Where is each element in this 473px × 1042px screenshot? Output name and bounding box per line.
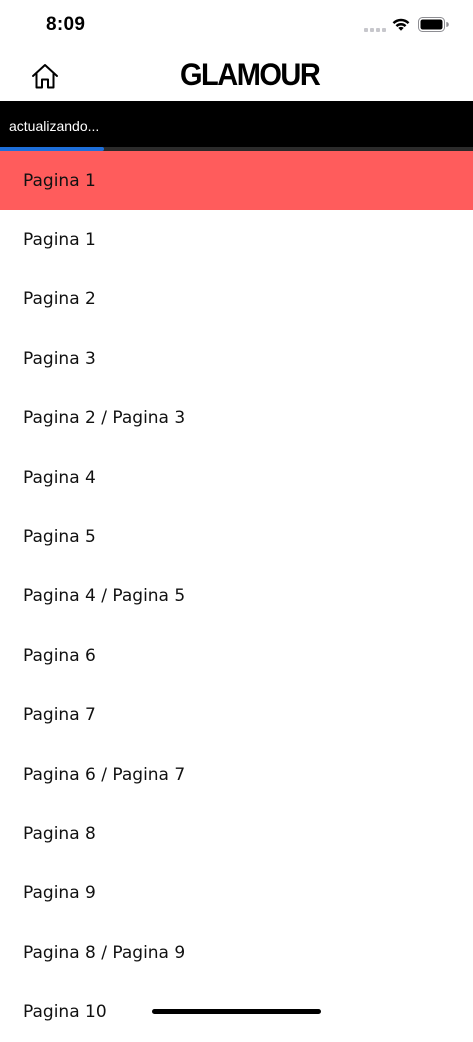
list-item[interactable]: Pagina 2 [0,270,473,329]
list-item[interactable]: Pagina 9 [0,864,473,923]
list-item[interactable]: Pagina 4 / Pagina 5 [0,567,473,626]
list-item-label: Pagina 4 / Pagina 5 [23,586,186,607]
list-item-label: Pagina 3 [23,348,96,369]
list-item[interactable]: Pagina 6 / Pagina 7 [0,745,473,804]
update-status-bar: actualizando... [0,101,473,151]
list-item[interactable]: Pagina 8 / Pagina 9 [0,923,473,982]
list-item-label: Pagina 1 [23,170,96,191]
list-item[interactable]: Pagina 1 [0,210,473,269]
page-list: Pagina 1 Pagina 1 Pagina 2 Pagina 3 Pagina 2… [0,151,473,1042]
home-indicator[interactable] [152,1009,321,1014]
list-item[interactable]: Pagina 7 [0,686,473,745]
list-item-label: Pagina 10 [23,1002,107,1023]
status-time: 8:09 [46,14,86,35]
list-item-label: Pagina 4 [23,467,96,488]
list-item-label: Pagina 8 / Pagina 9 [23,942,186,963]
list-item-label: Pagina 2 [23,289,96,310]
nav-bar: GLAMOUR [0,50,473,100]
list-item-label: Pagina 6 / Pagina 7 [23,764,186,785]
list-item-label: Pagina 9 [23,883,96,904]
list-item[interactable]: Pagina 4 [0,448,473,507]
list-item-label: Pagina 6 [23,645,96,666]
brand-logo: GLAMOUR [180,57,321,93]
list-item-label: Pagina 1 [23,230,96,251]
update-status-text: actualizando... [9,118,100,134]
list-item-label: Pagina 7 [23,705,96,726]
list-item-active[interactable]: Pagina 1 [0,151,473,211]
list-item[interactable]: Pagina 6 [0,626,473,685]
list-item[interactable]: Pagina 5 [0,507,473,566]
list-item-label: Pagina 2 / Pagina 3 [23,408,186,429]
list-item[interactable]: Pagina 3 [0,329,473,388]
list-item-label: Pagina 5 [23,527,96,548]
cellular-signal-icon [364,28,386,32]
home-icon [32,64,58,89]
battery-icon [418,17,449,32]
list-item[interactable]: Pagina 8 [0,804,473,863]
wifi-icon [392,18,410,31]
home-button[interactable] [30,62,60,90]
list-item-label: Pagina 8 [23,823,96,844]
status-bar: 8:09 [0,0,473,50]
list-item[interactable]: Pagina 2 / Pagina 3 [0,389,473,448]
